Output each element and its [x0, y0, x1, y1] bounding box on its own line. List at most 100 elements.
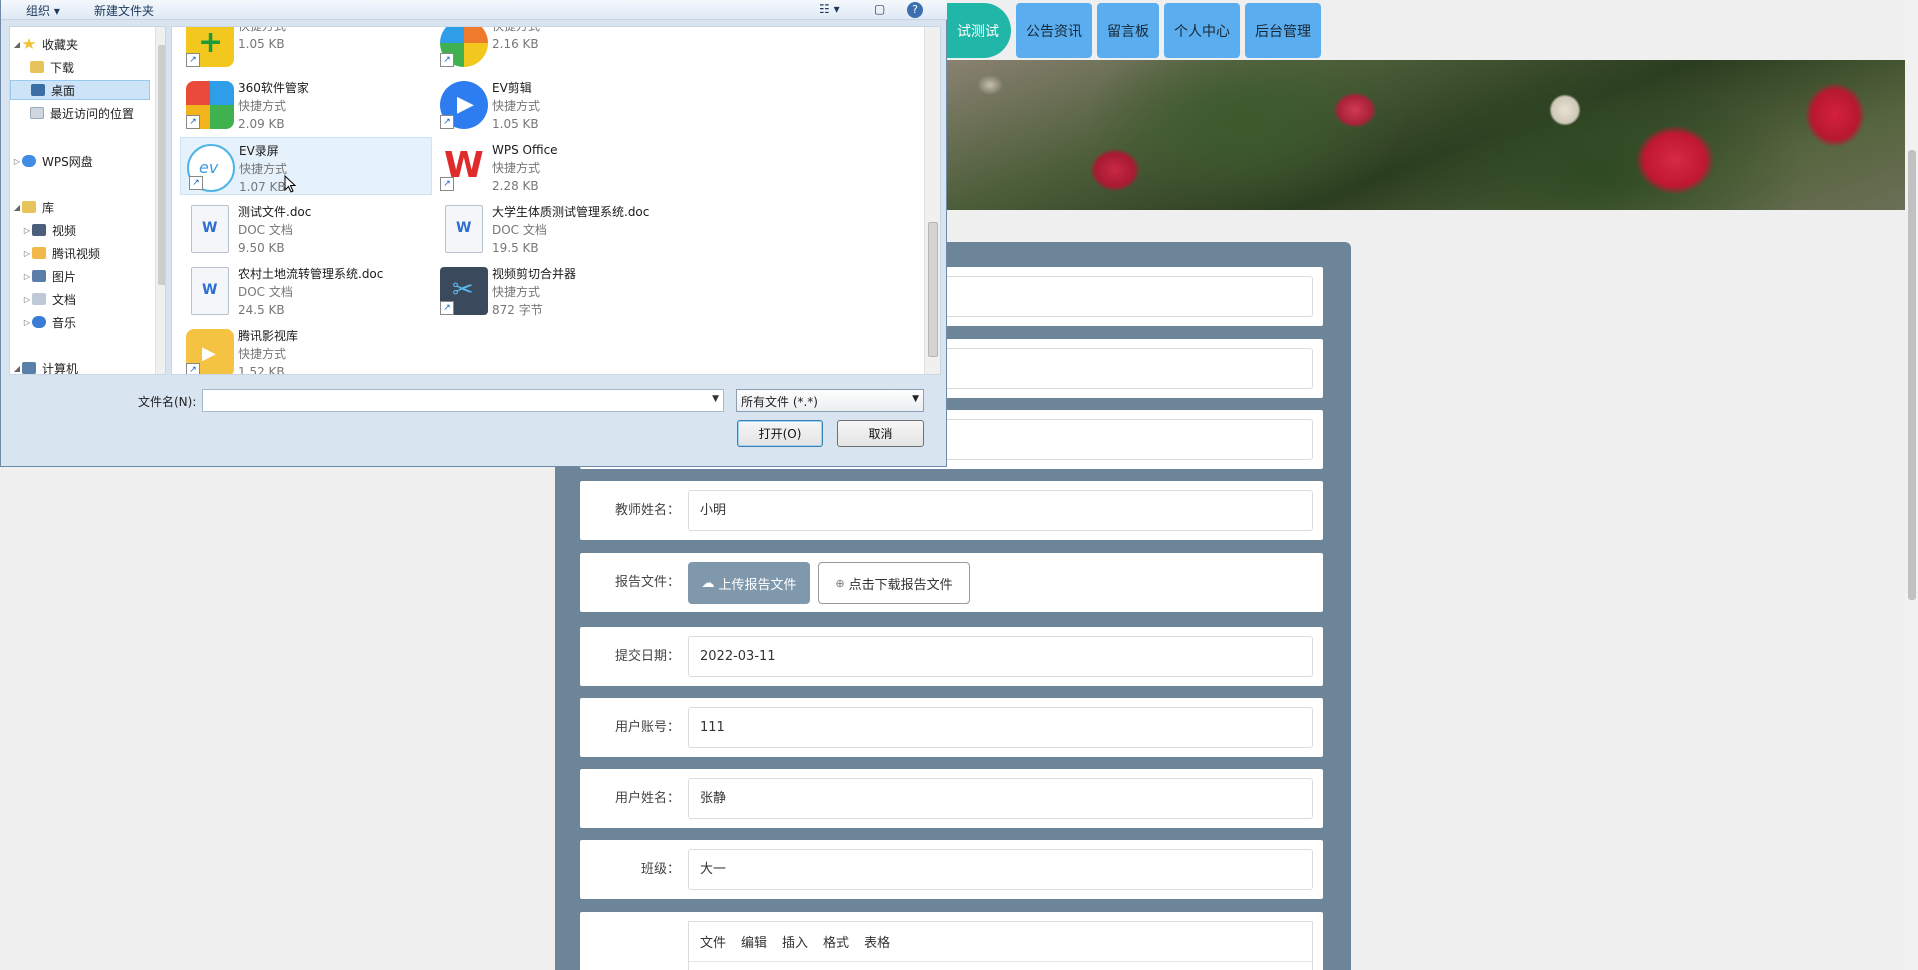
file-item[interactable]: ▶ ↗ 腾讯影视库 快捷方式 1.52 KB — [180, 323, 432, 374]
green-plus-icon: + ↗ — [186, 27, 234, 67]
date-input[interactable]: 2022-03-11 — [688, 636, 1313, 677]
nav-item-announcements[interactable]: 公告资讯 — [1016, 3, 1092, 58]
file-item[interactable]: W 农村土地流转管理系统.doc DOC 文档 24.5 KB — [180, 261, 432, 319]
expand-arrow-icon[interactable]: ◢ — [12, 203, 22, 212]
file-item[interactable]: W ↗ WPS Office 快捷方式 2.28 KB — [434, 137, 686, 195]
nav-videos-label: 视频 — [52, 223, 77, 238]
nav-videos[interactable]: ▷ 视频 — [22, 220, 165, 240]
nav-downloads[interactable]: 下载 — [30, 57, 165, 77]
filename-input[interactable]: ▼ — [202, 389, 724, 412]
file-name: 360软件管家 — [238, 81, 309, 95]
file-type: 快捷方式 — [492, 285, 541, 299]
editor-menu-insert[interactable]: 插入 — [782, 932, 808, 951]
nav-wps-cloud[interactable]: ▷ WPS网盘 — [12, 151, 157, 171]
tencent-video-icon — [32, 247, 46, 259]
username-input[interactable]: 张静 — [688, 778, 1313, 819]
nav-desktop[interactable]: 桌面 — [10, 80, 150, 100]
mouse-pointer-icon — [284, 175, 296, 193]
nav-computer[interactable]: ◢ 计算机 — [12, 358, 157, 374]
expand-arrow-icon[interactable]: ◢ — [12, 40, 22, 49]
nav-documents[interactable]: ▷ 文档 — [22, 289, 165, 309]
open-button[interactable]: 打开(O) — [737, 420, 823, 447]
file-type: 快捷方式 — [238, 99, 287, 113]
file-pane-scrollbar-thumb[interactable] — [928, 222, 938, 357]
account-input[interactable]: 111 — [688, 707, 1313, 748]
shortcut-arrow-icon: ↗ — [440, 115, 454, 129]
nav-item-personal-center[interactable]: 个人中心 — [1164, 3, 1240, 58]
scissors-icon: ✂ ↗ — [440, 267, 488, 315]
nav-item-online-test[interactable]: 试测试 — [945, 3, 1011, 58]
editor-menu-file[interactable]: 文件 — [700, 932, 726, 951]
help-icon[interactable]: ? — [907, 2, 923, 18]
file-item[interactable]: ✂ ↗ 视频剪切合并器 快捷方式 872 字节 — [434, 261, 686, 319]
nav-tencent-video[interactable]: ▷ 腾讯视频 — [22, 243, 165, 263]
file-size: 1.07 KB — [239, 180, 286, 194]
editor-menubar: 文件 编辑 插入 格式 表格 — [689, 922, 1312, 962]
file-size: 9.50 KB — [238, 241, 285, 255]
file-type-filter[interactable]: 所有文件 (*.*) ▼ — [736, 389, 924, 412]
cancel-button[interactable]: 取消 — [837, 420, 924, 447]
collapse-arrow-icon[interactable]: ▷ — [12, 157, 22, 166]
nav-item-message-board[interactable]: 留言板 — [1097, 3, 1159, 58]
file-item[interactable]: W 大学生体质测试管理系统.doc DOC 文档 19.5 KB — [434, 199, 686, 257]
class-label: 班级： — [640, 862, 680, 877]
file-open-dialog: 组织 ▾ 新建文件夹 ☷ ▾ ▢ ? ◢ 收藏夹 下载 桌面 最近访问的位置 ▷… — [0, 0, 947, 467]
upload-report-button[interactable]: ☁ 上传报告文件 — [688, 562, 810, 604]
nav-library-label: 库 — [42, 200, 55, 215]
editor-menu-table[interactable]: 表格 — [864, 932, 890, 951]
nav-item-admin[interactable]: 后台管理 — [1245, 3, 1321, 58]
file-item[interactable]: ↗ 快捷方式 2.16 KB — [434, 27, 686, 71]
account-label: 用户账号： — [614, 720, 680, 735]
file-name: 大学生体质测试管理系统.doc — [492, 205, 650, 219]
nav-pane-scrollbar-thumb[interactable] — [158, 45, 165, 285]
nav-pane-scrollbar[interactable] — [155, 27, 165, 374]
editor-menu-format[interactable]: 格式 — [823, 932, 849, 951]
file-size: 1.05 KB — [492, 117, 539, 131]
class-input[interactable]: 大一 — [688, 849, 1313, 890]
expand-arrow-icon[interactable]: ◢ — [12, 364, 22, 373]
nav-library[interactable]: ◢ 库 — [12, 197, 157, 217]
collapse-arrow-icon[interactable]: ▷ — [22, 272, 32, 281]
username-label: 用户姓名： — [614, 791, 680, 806]
filename-dropdown-icon[interactable]: ▼ — [712, 394, 719, 404]
file-item[interactable]: + ↗ 快捷方式 1.05 KB — [180, 27, 432, 71]
file-name: EV录屏 — [239, 144, 279, 158]
file-item[interactable]: ev ↗ EV录屏 快捷方式 1.07 KB — [180, 137, 432, 195]
rich-text-editor[interactable]: 文件 编辑 插入 格式 表格 — [688, 921, 1313, 970]
nav-recent[interactable]: 最近访问的位置 — [30, 103, 165, 123]
file-name: EV剪辑 — [492, 81, 532, 95]
navigation-pane: ◢ 收藏夹 下载 桌面 最近访问的位置 ▷ WPS网盘 ◢ 库 ▷ 视频 ▷ 腾… — [9, 26, 166, 375]
nav-favorites[interactable]: ◢ 收藏夹 — [12, 34, 157, 54]
collapse-arrow-icon[interactable]: ▷ — [22, 318, 32, 327]
organize-button[interactable]: 组织 ▾ — [26, 2, 60, 19]
editor-menu-edit[interactable]: 编辑 — [741, 932, 767, 951]
file-item[interactable]: ▶ ↗ EV剪辑 快捷方式 1.05 KB — [434, 75, 686, 133]
collapse-arrow-icon[interactable]: ▷ — [22, 249, 32, 258]
nav-music[interactable]: ▷ 音乐 — [22, 312, 165, 332]
ev-record-icon: ev ↗ — [187, 144, 235, 192]
preview-pane-icon[interactable]: ▢ — [874, 2, 885, 16]
file-item[interactable]: W 测试文件.doc DOC 文档 9.50 KB — [180, 199, 432, 257]
page-scrollbar-thumb[interactable] — [1908, 150, 1916, 600]
nav-favorites-label: 收藏夹 — [42, 37, 79, 52]
file-size: 2.09 KB — [238, 117, 285, 131]
page-scrollbar[interactable] — [1905, 0, 1918, 970]
file-pane-scrollbar[interactable] — [924, 27, 940, 374]
tencent-folder-icon: ▶ ↗ — [186, 329, 234, 374]
dialog-toolbar: 组织 ▾ 新建文件夹 ☷ ▾ ▢ ? — [1, 0, 947, 20]
ev-edit-icon: ▶ ↗ — [440, 81, 488, 129]
teacher-input[interactable]: 小明 — [688, 490, 1313, 531]
shortcut-arrow-icon: ↗ — [189, 176, 203, 190]
collapse-arrow-icon[interactable]: ▷ — [22, 295, 32, 304]
file-size: 2.16 KB — [492, 37, 539, 51]
new-folder-button[interactable]: 新建文件夹 — [94, 2, 154, 19]
view-options-icon[interactable]: ☷ ▾ — [819, 2, 840, 16]
download-report-button[interactable]: ⊕ 点击下载报告文件 — [818, 562, 970, 604]
shortcut-arrow-icon: ↗ — [440, 301, 454, 315]
nav-pictures[interactable]: ▷ 图片 — [22, 266, 165, 286]
library-icon — [22, 201, 36, 213]
file-item[interactable]: ↗ 360软件管家 快捷方式 2.09 KB — [180, 75, 432, 133]
shortcut-arrow-icon: ↗ — [186, 115, 200, 129]
collapse-arrow-icon[interactable]: ▷ — [22, 226, 32, 235]
download-folder-icon — [30, 61, 44, 73]
